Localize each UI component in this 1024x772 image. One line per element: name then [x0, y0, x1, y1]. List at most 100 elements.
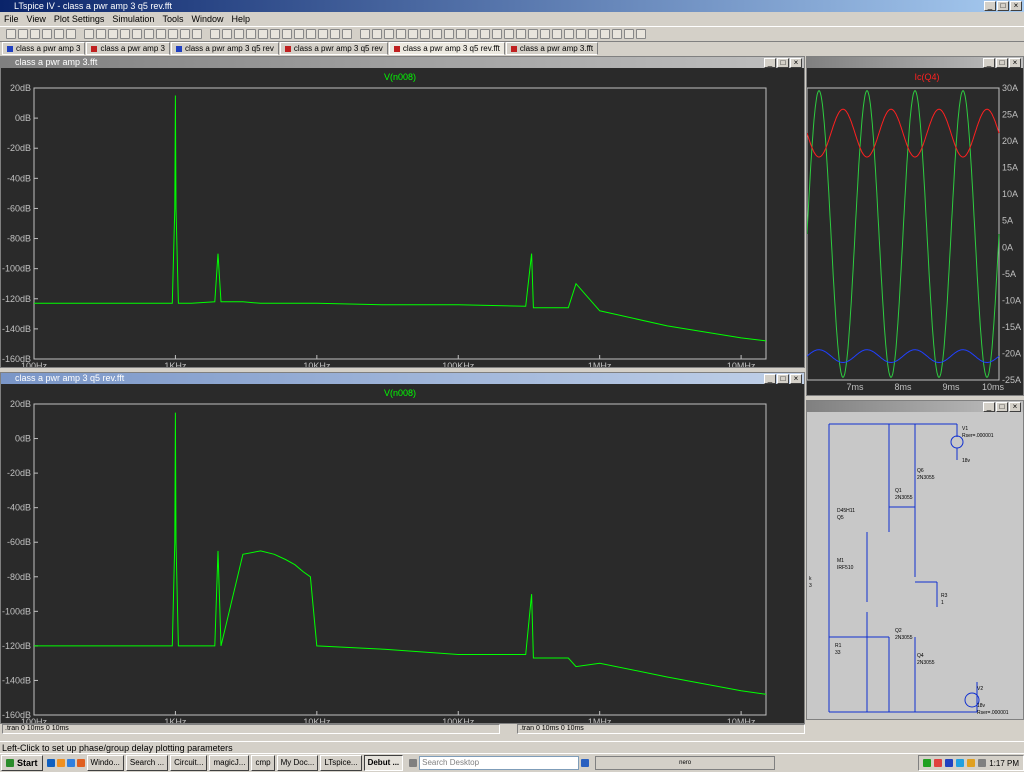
toolbar-button-icon[interactable] — [636, 29, 646, 39]
tab-4[interactable]: class a pwr amp 3 q5 rev.fft — [388, 42, 505, 55]
menu-file[interactable]: File — [4, 12, 19, 26]
toolbar-button-icon[interactable] — [180, 29, 190, 39]
tray-icon[interactable] — [978, 759, 987, 767]
quicklaunch-icon[interactable] — [76, 759, 85, 767]
toolbar-button-icon[interactable] — [624, 29, 634, 39]
taskbar-button[interactable]: Search ... — [125, 755, 169, 771]
toolbar-button-icon[interactable] — [318, 29, 328, 39]
fft-window-top[interactable]: class a pwr amp 3.fft _ □ × V(n008) 20dB 0dB… — [0, 56, 805, 371]
minimize-icon[interactable]: _ — [764, 58, 776, 68]
toolbar-button-icon[interactable] — [540, 29, 550, 39]
toolbar-button-icon[interactable] — [612, 29, 622, 39]
close-icon[interactable]: × — [790, 58, 802, 68]
tab-1[interactable]: class a pwr amp 3 — [86, 42, 170, 55]
toolbar-button-icon[interactable] — [294, 29, 304, 39]
trace-label[interactable]: V(n008) — [384, 72, 416, 82]
close-icon[interactable]: × — [1009, 58, 1021, 68]
toolbar-button-icon[interactable] — [18, 29, 28, 39]
search-desktop-input[interactable]: Search Desktop — [419, 756, 580, 770]
trace-label[interactable]: Ic(Q4) — [914, 72, 939, 82]
minimize-icon[interactable]: _ — [983, 58, 995, 68]
fft-window-bottom[interactable]: class a pwr amp 3 q5 rev.fft _ □ × V(n008)… — [0, 372, 805, 727]
waveform-plot[interactable]: Ic(Q4) 30A 25A 20A 15A 10A 5A 0A -5A -10A -15A -20A… — [806, 68, 1023, 395]
taskbar-button[interactable]: Circuit... — [170, 755, 208, 771]
tab-0[interactable]: class a pwr amp 3 — [2, 42, 86, 55]
taskbar-button-active[interactable]: Debut ... — [363, 755, 404, 771]
toolbar-button-icon[interactable] — [306, 29, 316, 39]
toolbar-button-icon[interactable] — [528, 29, 538, 39]
toolbar-button-icon[interactable] — [492, 29, 502, 39]
maximize-icon[interactable]: □ — [777, 58, 789, 68]
schematic-canvas[interactable]: V1Rser=.00000118vQ62N3055Q12N3055D45H11Q… — [807, 412, 1023, 719]
toolbar-button-icon[interactable] — [282, 29, 292, 39]
trace-label[interactable]: V(n008) — [384, 388, 416, 398]
toolbar-button-icon[interactable] — [192, 29, 202, 39]
start-button[interactable]: Start — [1, 755, 43, 771]
toolbar-button-icon[interactable] — [210, 29, 220, 39]
toolbar-button-icon[interactable] — [54, 29, 64, 39]
toolbar-button-icon[interactable] — [222, 29, 232, 39]
tab-3[interactable]: class a pwr amp 3 q5 rev — [279, 42, 388, 55]
toolbar-button-icon[interactable] — [588, 29, 598, 39]
toolbar-button-icon[interactable] — [372, 29, 382, 39]
help-icon[interactable] — [409, 759, 418, 767]
tab-5[interactable]: class a pwr amp 3.fft — [505, 42, 599, 55]
menu-help[interactable]: Help — [231, 12, 250, 26]
toolbar-button-icon[interactable] — [468, 29, 478, 39]
toolbar-button-icon[interactable] — [84, 29, 94, 39]
quicklaunch-icon[interactable] — [46, 759, 55, 767]
toolbar-button-icon[interactable] — [6, 29, 16, 39]
tray-icon[interactable] — [923, 759, 932, 767]
search-icon[interactable] — [581, 759, 590, 767]
toolbar-button-icon[interactable] — [132, 29, 142, 39]
toolbar-button-icon[interactable] — [360, 29, 370, 39]
fft-plot-bottom[interactable]: V(n008) 20dB 0dB -20dB -40dB -60dB -80dB -100dB… — [1, 384, 804, 727]
toolbar-button-icon[interactable] — [30, 29, 40, 39]
toolbar-button-icon[interactable] — [168, 29, 178, 39]
schematic-window[interactable]: _ □ × V1 Rser=.000001 18v Q6 2N3055 Q1 2N — [806, 400, 1024, 720]
tray-icon[interactable] — [956, 759, 965, 767]
toolbar-button-icon[interactable] — [564, 29, 574, 39]
toolbar-button-icon[interactable] — [234, 29, 244, 39]
minimize-icon[interactable]: _ — [764, 374, 776, 384]
maximize-icon[interactable]: □ — [997, 1, 1009, 11]
tray-icon[interactable] — [945, 759, 954, 767]
toolbar-button-icon[interactable] — [342, 29, 352, 39]
toolbar-button-icon[interactable] — [552, 29, 562, 39]
taskbar-button[interactable]: My Doc... — [276, 755, 319, 771]
toolbar-button-icon[interactable] — [270, 29, 280, 39]
tray-icon[interactable] — [934, 759, 943, 767]
maximize-icon[interactable]: □ — [996, 58, 1008, 68]
maximize-icon[interactable]: □ — [996, 402, 1008, 412]
quicklaunch-icon[interactable] — [56, 759, 65, 767]
toolbar-button-icon[interactable] — [96, 29, 106, 39]
taskbar-button[interactable]: Windo... — [86, 755, 124, 771]
toolbar-button-icon[interactable] — [42, 29, 52, 39]
taskbar-button[interactable]: magicJ... — [209, 755, 250, 771]
toolbar-button-icon[interactable] — [66, 29, 76, 39]
toolbar-button-icon[interactable] — [456, 29, 466, 39]
close-icon[interactable]: × — [790, 374, 802, 384]
toolbar-button-icon[interactable] — [408, 29, 418, 39]
nero-toolbar[interactable]: nero — [595, 756, 776, 770]
taskbar-button[interactable]: LTspice... — [320, 755, 362, 771]
menu-window[interactable]: Window — [191, 12, 223, 26]
toolbar-button-icon[interactable] — [396, 29, 406, 39]
toolbar-button-icon[interactable] — [246, 29, 256, 39]
menu-plot-settings[interactable]: Plot Settings — [54, 12, 105, 26]
close-icon[interactable]: × — [1010, 1, 1022, 11]
menu-tools[interactable]: Tools — [162, 12, 183, 26]
toolbar-button-icon[interactable] — [120, 29, 130, 39]
toolbar-button-icon[interactable] — [420, 29, 430, 39]
minimize-icon[interactable]: _ — [983, 402, 995, 412]
minimize-icon[interactable]: _ — [984, 1, 996, 11]
tray-icon[interactable] — [967, 759, 976, 767]
toolbar-button-icon[interactable] — [444, 29, 454, 39]
toolbar-button-icon[interactable] — [516, 29, 526, 39]
toolbar-button-icon[interactable] — [330, 29, 340, 39]
menu-view[interactable]: View — [27, 12, 46, 26]
toolbar-button-icon[interactable] — [600, 29, 610, 39]
toolbar-button-icon[interactable] — [432, 29, 442, 39]
quicklaunch-icon[interactable] — [66, 759, 75, 767]
fft-plot-top[interactable]: V(n008) 20dB 0dB -20dB -40dB -60dB -80dB -100dB… — [1, 68, 804, 371]
